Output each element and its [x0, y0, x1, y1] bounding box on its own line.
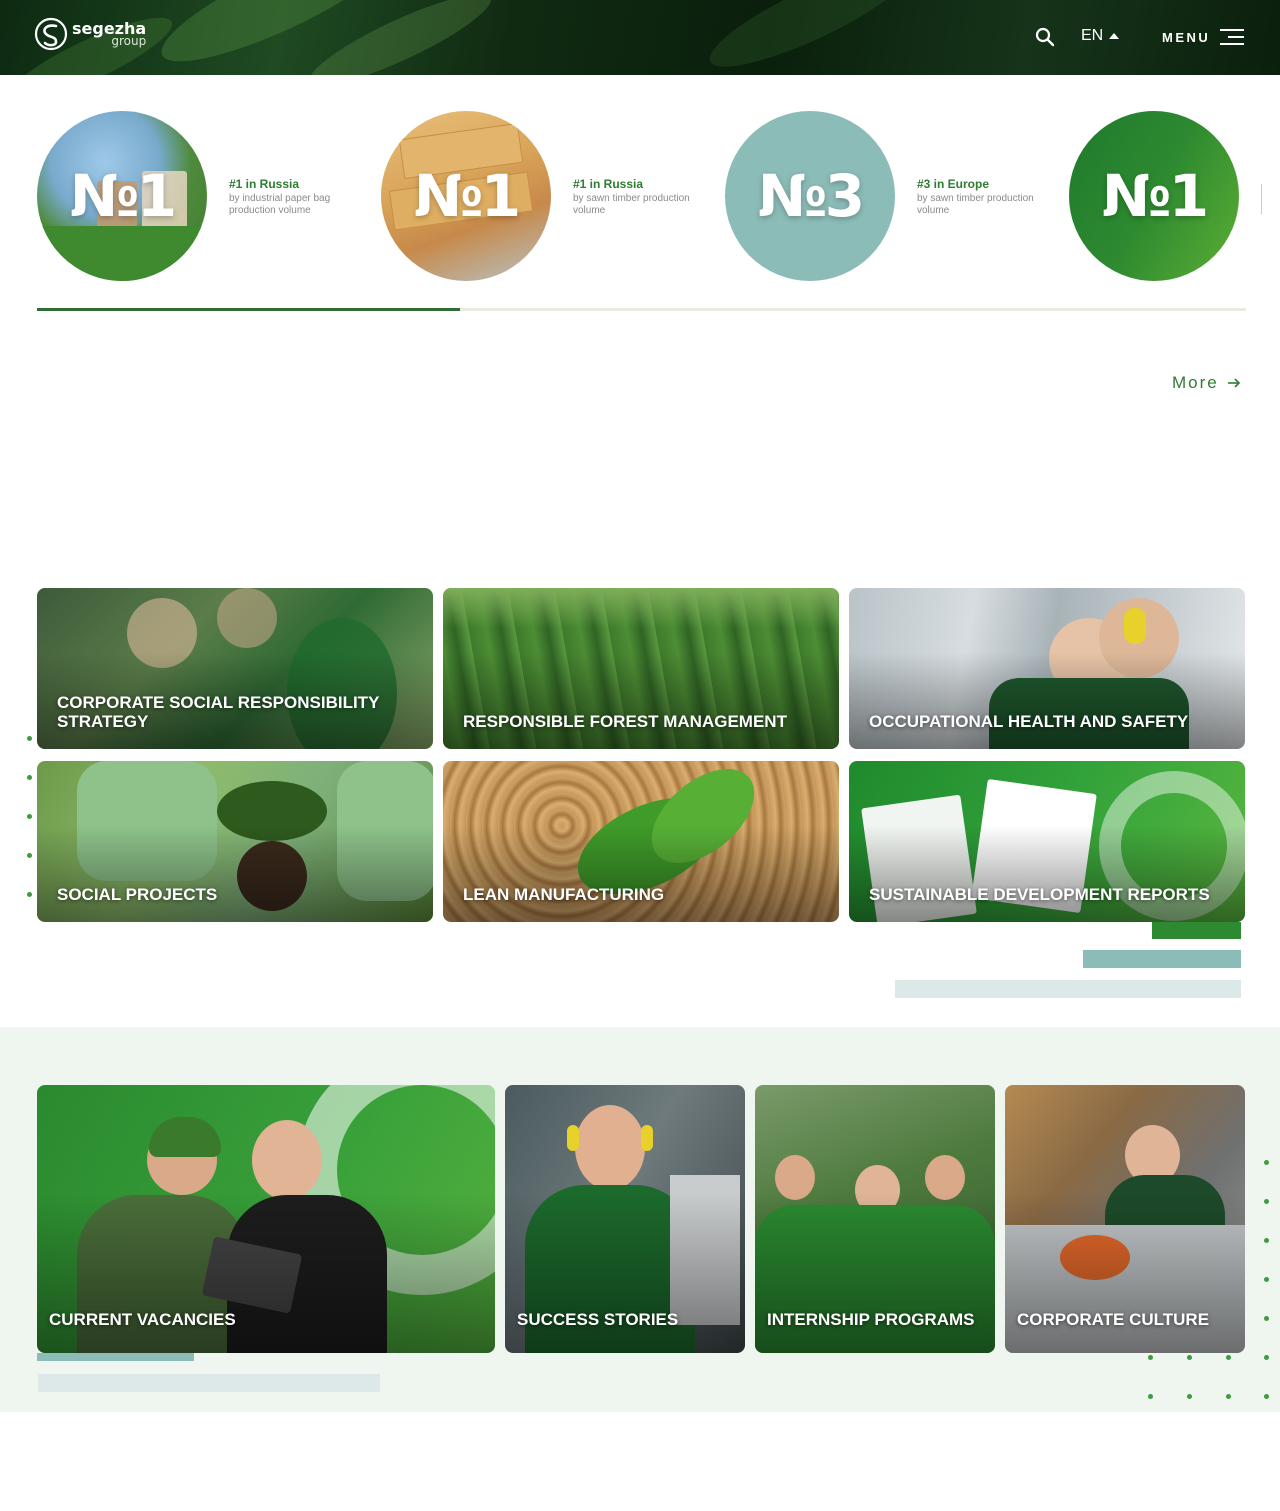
ranking-image: №1 [1069, 111, 1239, 281]
decor-bar [37, 1353, 194, 1361]
tile-corporate-culture[interactable]: CORPORATE CULTURE [1005, 1085, 1245, 1353]
decor-dot [1226, 1355, 1231, 1360]
ranking-item[interactable]: №1 [1069, 111, 1249, 281]
search-icon [1035, 27, 1055, 47]
arrow-right-icon [1227, 378, 1240, 388]
tile-success-stories[interactable]: SUCCESS STORIES [505, 1085, 745, 1353]
tile-label: INTERNSHIP PROGRAMS [767, 1310, 975, 1329]
tile-label: SUSTAINABLE DEVELOPMENT REPORTS [869, 885, 1210, 904]
tile-lean-manufacturing[interactable]: LEAN MANUFACTURING [443, 761, 839, 922]
decor-dot [1148, 1394, 1153, 1399]
tile-internship-programs[interactable]: INTERNSHIP PROGRAMS [755, 1085, 995, 1353]
menu-button[interactable]: MENU [1162, 28, 1245, 46]
tile-label: CURRENT VACANCIES [49, 1310, 236, 1329]
decor-dot [1226, 1394, 1231, 1399]
ranking-desc: by sawn timber production volume [573, 193, 690, 216]
tile-label: OCCUPATIONAL HEALTH AND SAFETY [869, 712, 1189, 731]
menu-label: MENU [1162, 29, 1211, 45]
segezha-logo[interactable]: segezha group [34, 17, 146, 51]
search-button[interactable] [1034, 26, 1056, 48]
tile-label: CORPORATE CULTURE [1017, 1310, 1210, 1329]
site-header: segezha group EN MENU [0, 0, 1280, 75]
tile-csr-strategy[interactable]: CORPORATE SOCIAL RESPONSIBILITY STRATEGY [37, 588, 433, 749]
ranking-item[interactable]: №1 #1 in Russia by industrial paper bag … [37, 111, 367, 281]
decor-dot [1264, 1394, 1269, 1399]
ranking-image: №1 [37, 111, 207, 281]
decor-dot [1264, 1355, 1269, 1360]
ranking-item[interactable]: №3 #3 in Europe by sawn timber productio… [725, 111, 1055, 281]
ranking-desc: by industrial paper bag production volum… [229, 193, 331, 216]
ranking-title: #1 in Russia [573, 177, 644, 191]
ranking-image: №1 [381, 111, 551, 281]
tile-label: CORPORATE SOCIAL RESPONSIBILITY STRATEGY [57, 693, 380, 731]
tile-current-vacancies[interactable]: CURRENT VACANCIES [37, 1085, 495, 1353]
tile-responsible-forest-management[interactable]: RESPONSIBLE FOREST MANAGEMENT [443, 588, 839, 749]
ranking-number: №1 [69, 162, 177, 230]
more-link[interactable]: More [1172, 373, 1241, 393]
decor-bar [1083, 950, 1241, 968]
decor-dots [27, 736, 35, 931]
decor-bar [895, 980, 1241, 998]
decor-dot [1264, 1160, 1269, 1165]
decor-dot [1264, 1277, 1269, 1282]
ranking-number: №3 [757, 162, 865, 230]
decor-dot [1187, 1355, 1192, 1360]
ranking-title: #3 in Europe [917, 177, 990, 191]
tile-label: LEAN MANUFACTURING [463, 885, 665, 904]
tile-label: RESPONSIBLE FOREST MANAGEMENT [463, 712, 787, 731]
decor-bar [38, 1374, 380, 1392]
ranking-number: №1 [413, 162, 521, 230]
tile-label: SUCCESS STORIES [517, 1310, 679, 1329]
decor-dot [1264, 1316, 1269, 1321]
more-label: More [1172, 373, 1219, 392]
tile-sustainable-development-reports[interactable]: SUSTAINABLE DEVELOPMENT REPORTS [849, 761, 1245, 922]
language-selector[interactable]: EN [1081, 27, 1120, 45]
ranking-next-edge [1261, 184, 1263, 214]
header-leaf-decor [300, 0, 500, 75]
decor-dot [1264, 1238, 1269, 1243]
language-label: EN [1081, 27, 1104, 44]
tile-occupational-health-safety[interactable]: OCCUPATIONAL HEALTH AND SAFETY [849, 588, 1245, 749]
tile-social-projects[interactable]: SOCIAL PROJECTS [37, 761, 433, 922]
ranking-desc: by sawn timber production volume [917, 193, 1034, 216]
header-leaf-decor [699, 0, 921, 75]
segezha-logo-icon [34, 17, 68, 51]
caret-up-icon [1109, 33, 1120, 39]
menu-icon [1220, 28, 1245, 46]
ranking-item[interactable]: №1 #1 in Russia by sawn timber productio… [381, 111, 711, 281]
ranking-title: #1 in Russia [229, 177, 300, 191]
decor-dot [1187, 1394, 1192, 1399]
slider-progress-fill [37, 308, 460, 311]
ranking-number: №1 [1101, 162, 1209, 230]
decor-dot [1148, 1355, 1153, 1360]
decor-dot [1264, 1199, 1269, 1204]
ranking-image: №3 [725, 111, 895, 281]
tile-label: SOCIAL PROJECTS [57, 885, 218, 904]
decor-bar [1152, 922, 1241, 939]
